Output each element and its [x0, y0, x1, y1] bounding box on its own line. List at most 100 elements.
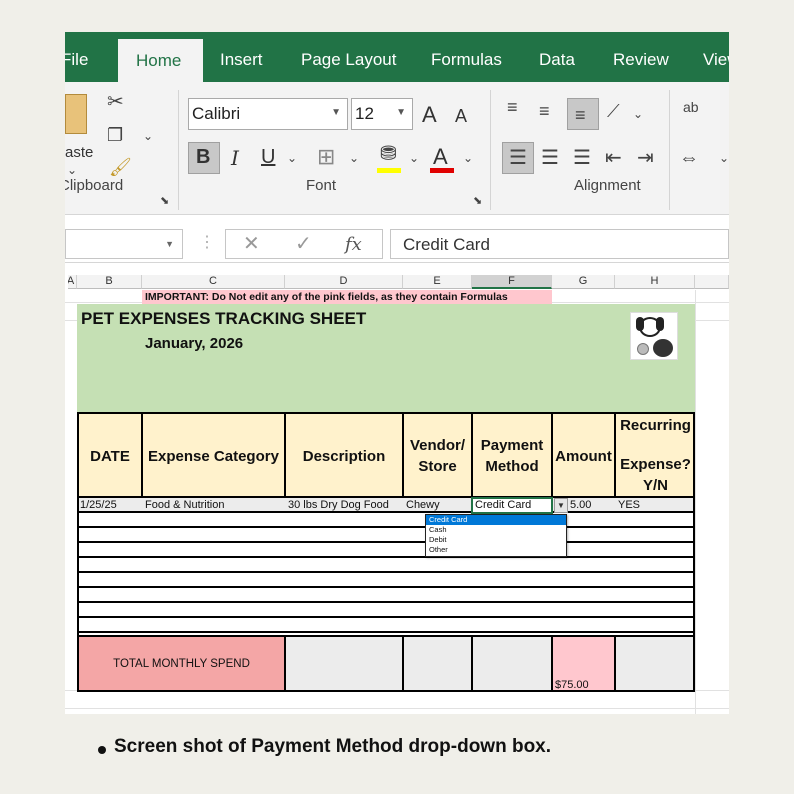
font-name-dropdown-icon[interactable]: ▼ — [331, 107, 341, 118]
orientation-dropdown-icon[interactable]: ⌄ — [633, 108, 643, 120]
column-header-e[interactable]: E — [403, 275, 472, 289]
align-bottom-icon: ≡ — [575, 105, 586, 125]
bowl-icon — [637, 343, 649, 355]
align-center-icon[interactable]: ☰ — [541, 148, 559, 168]
dropdown-arrow-button[interactable]: ▼ — [554, 498, 568, 513]
column-header-h[interactable]: H — [615, 275, 695, 289]
cell-amount[interactable]: 5.00 — [570, 499, 591, 511]
name-box[interactable]: ▼ — [65, 229, 183, 259]
tab-formulas[interactable]: Formulas — [431, 50, 502, 70]
cell-description[interactable]: 30 lbs Dry Dog Food — [288, 499, 389, 511]
payment-dropdown-list[interactable]: Credit Card Cash Debit Other — [425, 514, 567, 557]
dropdown-option-debit[interactable]: Debit — [426, 535, 566, 545]
align-middle-icon[interactable]: ≡ — [539, 102, 550, 120]
total-label: TOTAL MONTHLY SPEND — [79, 637, 284, 690]
format-painter-icon[interactable]: 🖌 — [109, 158, 132, 176]
underline-button[interactable]: U — [261, 146, 275, 169]
tab-review[interactable]: Review — [613, 50, 669, 70]
important-note: IMPORTANT: Do Not edit any of the pink f… — [145, 291, 508, 303]
borders-icon[interactable]: ⊞ — [317, 146, 335, 168]
sheet-month: January, 2026 — [145, 335, 244, 352]
column-header-c[interactable]: C — [142, 275, 285, 289]
cancel-icon[interactable]: ✕ — [243, 234, 260, 254]
grow-font-button[interactable]: A — [422, 102, 437, 128]
copy-icon[interactable]: ❐ — [107, 126, 123, 144]
font-size-dropdown-icon[interactable]: ▼ — [396, 107, 406, 118]
orientation-icon[interactable]: ⟋ — [607, 102, 620, 120]
tab-home[interactable]: Home — [118, 39, 204, 82]
ribbon-divider — [669, 90, 670, 210]
dog-ear-left — [636, 317, 644, 331]
column-header-b[interactable]: B — [77, 275, 142, 289]
clipboard-group-label: Clipboard — [65, 177, 124, 194]
wrap-text-icon[interactable]: ab — [683, 100, 699, 114]
dropdown-option-credit-card[interactable]: Credit Card — [426, 515, 566, 525]
paste-label[interactable]: Paste — [65, 144, 93, 161]
header-description: Description — [302, 447, 386, 465]
increase-indent-icon[interactable]: ⇥ — [637, 148, 654, 168]
tab-data[interactable]: Data — [539, 50, 575, 70]
dog-ear-right — [656, 317, 664, 331]
align-right-icon[interactable]: ☰ — [573, 148, 591, 168]
align-left-icon: ☰ — [509, 147, 527, 169]
font-launcher-icon[interactable]: ⬊ — [473, 196, 482, 207]
cell-recurring[interactable]: YES — [618, 499, 640, 511]
cut-icon[interactable]: ✂ — [107, 92, 124, 112]
ribbon-divider — [178, 90, 179, 210]
align-top-icon[interactable]: ≡ — [507, 98, 518, 116]
header-recurring-line2: Expense? Y/N — [620, 456, 691, 494]
insert-function-button[interactable]: fx — [345, 234, 362, 255]
underline-dropdown-icon[interactable]: ⌄ — [287, 152, 297, 164]
total-divider — [471, 637, 473, 690]
dropdown-option-cash[interactable]: Cash — [426, 525, 566, 535]
tab-view[interactable]: View — [703, 50, 729, 70]
merge-dropdown-icon[interactable]: ⌄ — [719, 152, 729, 164]
formula-input-value: Credit Card — [403, 235, 490, 254]
pet-logo — [630, 312, 678, 360]
fill-color-icon[interactable]: ⛃ — [380, 144, 397, 164]
font-color-button[interactable]: A — [433, 144, 448, 170]
paste-icon[interactable] — [65, 94, 87, 134]
total-divider — [284, 637, 286, 690]
tab-insert[interactable]: Insert — [220, 50, 263, 70]
header-amount: Amount — [555, 447, 612, 465]
cell-vendor[interactable]: Chewy — [406, 499, 440, 511]
total-divider — [402, 637, 404, 690]
alignment-group-label: Alignment — [574, 177, 641, 194]
font-color-swatch — [430, 168, 454, 173]
merge-center-icon[interactable]: ⇔ — [679, 148, 699, 168]
bold-button[interactable]: B — [196, 146, 210, 169]
font-name-box[interactable]: Calibri ▼ — [188, 98, 348, 130]
formula-input[interactable]: Credit Card — [390, 229, 729, 259]
copy-dropdown-icon[interactable]: ⌄ — [143, 130, 153, 142]
cell-category[interactable]: Food & Nutrition — [145, 499, 224, 511]
clipboard-launcher-icon[interactable]: ⬊ — [160, 196, 169, 207]
header-vendor: Vendor/ Store — [409, 437, 465, 475]
fill-color-swatch — [377, 168, 401, 173]
column-header-g[interactable]: G — [552, 275, 615, 289]
shrink-font-button[interactable]: A — [455, 106, 467, 127]
enter-icon[interactable]: ✓ — [295, 234, 312, 254]
data-rows[interactable] — [79, 498, 693, 636]
excel-window: File Home Insert Page Layout Formulas Da… — [65, 32, 729, 714]
name-box-dropdown-icon[interactable]: ▼ — [165, 239, 174, 249]
tab-page-layout[interactable]: Page Layout — [301, 50, 396, 70]
paste-dropdown-icon[interactable]: ⌄ — [67, 164, 77, 176]
header-category: Expense Category — [148, 447, 279, 465]
total-value: $75.00 — [555, 679, 589, 691]
font-color-dropdown-icon[interactable]: ⌄ — [463, 152, 473, 164]
cell-date[interactable]: 1/25/25 — [80, 499, 117, 511]
ribbon-tab-bar: File Home Insert Page Layout Formulas Da… — [65, 32, 729, 82]
column-header-d[interactable]: D — [285, 275, 403, 289]
decrease-indent-icon[interactable]: ⇤ — [605, 148, 622, 168]
dropdown-option-other[interactable]: Other — [426, 545, 566, 555]
header-recurring-line1: Recurring — [620, 416, 691, 434]
italic-button[interactable]: I — [231, 146, 239, 170]
font-size-box[interactable]: 12 ▼ — [351, 98, 413, 130]
tab-file[interactable]: File — [65, 50, 88, 70]
column-header-f[interactable]: F — [472, 275, 552, 289]
borders-dropdown-icon[interactable]: ⌄ — [349, 152, 359, 164]
fill-color-dropdown-icon[interactable]: ⌄ — [409, 152, 419, 164]
cell-payment[interactable]: Credit Card — [475, 499, 531, 511]
total-divider — [551, 637, 553, 690]
